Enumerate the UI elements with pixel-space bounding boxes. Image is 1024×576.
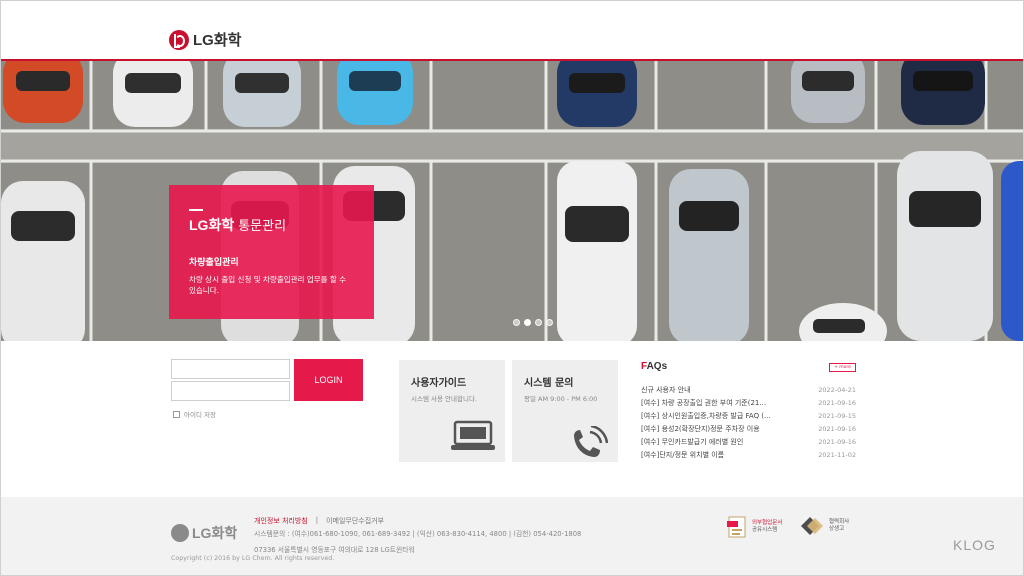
badge1-text: 외부협업문서 공유시스템 — [752, 520, 782, 534]
hero-banner: LG화학 통문관리 차량출입관리 차량 상시 출입 신청 및 차량출입관리 업무… — [1, 61, 1023, 341]
email-refusal-link[interactable]: 이메일무단수집거부 — [326, 516, 384, 526]
user-guide-desc: 시스템 사용 안내합니다. — [411, 395, 477, 403]
faq-item[interactable]: [여수] 무인카드발급기 에러별 원인 2021-09-16 — [641, 435, 856, 448]
faq-item[interactable]: [여수] 차량 공장출입 권한 부여 기준(21... 2021-09-16 — [641, 396, 856, 409]
footer-separator: | — [315, 516, 319, 524]
faq-more-button[interactable]: + more — [829, 363, 856, 372]
faq-item[interactable]: [여수]단지/정문 위치별 이름 2021-11-02 — [641, 448, 856, 461]
promo-title-text: 통문관리 — [238, 219, 287, 234]
lg-logo-icon — [169, 29, 189, 50]
header: LG화학 — [1, 1, 1023, 61]
promo-subtitle: 차량출입관리 — [189, 258, 239, 268]
promo-title: LG화학 통문관리 — [189, 215, 356, 235]
footer-info: 시스템문의 : (여수)061-680-1090, 061-689-3492 |… — [254, 528, 581, 556]
badge1-line2: 공유시스템 — [752, 527, 778, 533]
slider-dot-1[interactable] — [513, 319, 520, 326]
system-inquiry-desc: 평일 AM 9:00 - PM 6:00 — [524, 395, 598, 403]
privacy-policy-link[interactable]: 개인정보 처리방침 — [254, 516, 308, 526]
document-share-icon — [727, 516, 746, 538]
page-frame: LG화학 LG화학 통문관리 차량출입관리 차량 상시 출입 신청 및 차량출입… — [0, 0, 1024, 576]
save-id-label: 아이디 저장 — [184, 411, 216, 419]
faq-title: FAQs — [641, 361, 856, 372]
user-id-input[interactable] — [171, 359, 290, 379]
main-content: LOGIN 아이디 저장 사용자가이드 시스템 사용 안내합니다. 시스템 문의… — [1, 341, 1023, 497]
footer-contact: 시스템문의 : (여수)061-680-1090, 061-689-3492 |… — [254, 530, 582, 538]
system-inquiry-card[interactable]: 시스템 문의 평일 AM 9:00 - PM 6:00 — [512, 360, 618, 462]
badge1-line1: 외부협업문서 — [752, 520, 783, 526]
promo-description: 차량 상시 출입 신청 및 차량출입관리 업무를 할 수 있습니다. — [189, 275, 347, 295]
checkbox-icon[interactable] — [173, 410, 180, 418]
faq-item[interactable]: [여수] 상시인원출입증,차량증 발급 FAQ (... 2021-09-15 — [641, 409, 856, 422]
partner-badge[interactable]: 협력회사 상생고 — [799, 515, 849, 537]
faq-item[interactable]: 신규 사용자 안내 2022-04-21 — [641, 383, 856, 396]
footer-links: 개인정보 처리방침 | 이메일무단수집거부 — [254, 516, 384, 526]
promo-box: LG화학 통문관리 차량출입관리 차량 상시 출입 신청 및 차량출입관리 업무… — [169, 185, 374, 319]
faq-section: FAQs + more 신규 사용자 안내 2022-04-21 [여수] 차량 … — [641, 361, 856, 459]
footer-logo-text: LG화학 — [192, 525, 238, 541]
save-id-checkbox[interactable]: 아이디 저장 — [173, 409, 216, 419]
phone-icon — [574, 426, 608, 457]
external-doc-share-badge[interactable]: 외부협업문서 공유시스템 — [726, 515, 782, 539]
login-button[interactable]: LOGIN — [294, 359, 363, 401]
laptop-icon — [451, 420, 495, 450]
system-inquiry-title: 시스템 문의 — [524, 378, 574, 389]
user-guide-title: 사용자가이드 — [411, 378, 467, 389]
slider-dot-2[interactable] — [524, 319, 531, 326]
copyright: Copyright (c) 2016 by LG Chem. All right… — [171, 555, 335, 562]
slider-dots — [513, 319, 553, 326]
lg-chem-logo[interactable]: LG화학 — [169, 29, 241, 50]
faq-title-rest: AQs — [646, 361, 668, 372]
faq-item[interactable]: [여수] 용성2(확장단지)정문 주차장 이용 2021-09-16 — [641, 422, 856, 435]
parking-lot-image — [1, 61, 1023, 341]
promo-brand: LG화학 — [189, 217, 235, 233]
lg-logo-icon — [171, 524, 189, 542]
slider-dot-4[interactable] — [546, 319, 553, 326]
faq-list: 신규 사용자 안내 2022-04-21 [여수] 차량 공장출입 권한 부여 기… — [641, 383, 856, 461]
klog-watermark: KLOG — [953, 537, 996, 553]
badge2-line1: 협력회사 — [829, 519, 850, 525]
promo-bar — [189, 209, 203, 211]
footer-logo: LG화학 — [171, 523, 237, 543]
password-input[interactable] — [171, 381, 290, 401]
badge2-text: 협력회사 상생고 — [829, 519, 849, 533]
badge2-line2: 상생고 — [829, 526, 845, 532]
footer: LG화학 개인정보 처리방침 | 이메일무단수집거부 시스템문의 : (여수)0… — [1, 497, 1023, 575]
user-guide-card[interactable]: 사용자가이드 시스템 사용 안내합니다. — [399, 360, 505, 462]
logo-text: LG화학 — [193, 32, 242, 49]
partner-icon — [801, 517, 823, 535]
slider-dot-3[interactable] — [535, 319, 542, 326]
